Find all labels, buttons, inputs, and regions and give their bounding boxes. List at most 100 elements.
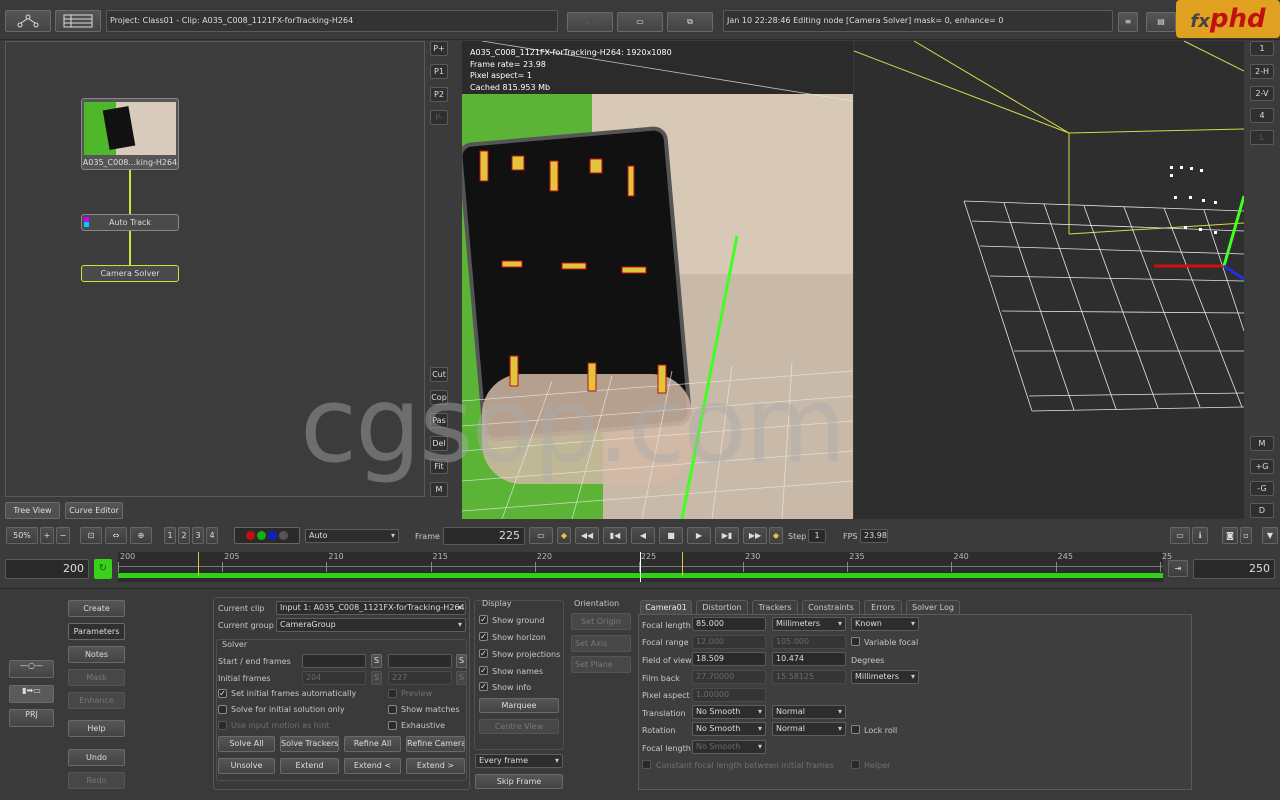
go-to-frame-button[interactable]: ▭: [529, 527, 553, 544]
tree-button-p-plus[interactable]: P+: [430, 41, 448, 56]
focal-mode-select[interactable]: Known: [851, 617, 919, 631]
view-d-button[interactable]: D: [1250, 503, 1274, 518]
create-button[interactable]: Create: [68, 600, 125, 617]
view-minus-g-button[interactable]: -G: [1250, 481, 1274, 496]
use-input-checkbox[interactable]: [218, 721, 227, 730]
zoom-out-button[interactable]: −: [56, 527, 70, 544]
show-matches-checkbox[interactable]: [388, 705, 397, 714]
initial-frame-b[interactable]: 227: [388, 671, 452, 685]
snapshot-button[interactable]: ◙: [1222, 527, 1238, 544]
page-3-button[interactable]: 3: [192, 527, 204, 544]
tab-distortion[interactable]: Distortion: [696, 600, 748, 614]
lock-roll-checkbox[interactable]: [851, 725, 860, 734]
tree-button-p2[interactable]: P2: [430, 87, 448, 102]
rotation-mode-select[interactable]: Normal: [772, 722, 846, 736]
clip-mode-button[interactable]: ▮➡▭: [9, 685, 54, 703]
pixel-aspect-field[interactable]: 1.00000: [692, 688, 766, 702]
lock-view-button[interactable]: ⊕: [130, 527, 152, 544]
tablet-icon-button[interactable]: ▭: [617, 12, 663, 32]
tab-solver-log[interactable]: Solver Log: [906, 600, 960, 614]
focal-smooth-select[interactable]: No Smooth: [692, 740, 766, 754]
page-2-button[interactable]: 2: [178, 527, 190, 544]
extend-back-button[interactable]: Extend <: [344, 758, 401, 774]
viewer-mode-button[interactable]: ▭: [1170, 527, 1190, 544]
solve-initial-checkbox[interactable]: [218, 705, 227, 714]
notes-button[interactable]: Notes: [68, 646, 125, 663]
fov-vertical-field[interactable]: 10.474: [772, 652, 846, 666]
film-back-height[interactable]: 15.58125: [772, 670, 846, 684]
green-channel-icon[interactable]: [257, 531, 266, 540]
project-mode-button[interactable]: PRJ: [9, 709, 54, 727]
translation-mode-select[interactable]: Normal: [772, 705, 846, 719]
tab-constraints[interactable]: Constraints: [802, 600, 860, 614]
set-plane-button[interactable]: Set Plane: [571, 656, 631, 673]
set-axis-button[interactable]: Set Axis: [571, 635, 631, 652]
zoom-field[interactable]: 50%: [6, 527, 38, 544]
step-forward-button[interactable]: ▶▮: [715, 527, 739, 544]
range-fit-button[interactable]: ⇥: [1168, 560, 1188, 577]
preview-checkbox[interactable]: [388, 689, 397, 698]
start-frame-field[interactable]: 200: [5, 559, 89, 579]
blue-channel-icon[interactable]: [268, 531, 277, 540]
stop-button[interactable]: ■: [659, 527, 683, 544]
refine-all-button[interactable]: Refine All: [344, 736, 401, 752]
undo-button[interactable]: Undo: [68, 749, 125, 766]
show-names-checkbox[interactable]: ✓: [479, 666, 488, 675]
step-back-button[interactable]: ▮◀: [603, 527, 627, 544]
centre-view-button[interactable]: Centre View: [479, 719, 559, 734]
set-origin-button[interactable]: Set Origin: [571, 613, 631, 630]
red-channel-icon[interactable]: [246, 531, 255, 540]
tab-camera01[interactable]: Camera01: [640, 600, 692, 614]
node-graph-toggle-button[interactable]: [5, 10, 51, 32]
skip-frame-button[interactable]: Skip Frame: [475, 774, 563, 789]
layout-2h-button[interactable]: 2-H: [1250, 64, 1274, 79]
current-clip-select[interactable]: Input 1: A035_C008_1121FX-forTracking-H2…: [276, 601, 466, 615]
solve-trackers-button[interactable]: Solve Trackers: [280, 736, 339, 752]
frame-field[interactable]: 225: [443, 527, 525, 545]
helper-checkbox[interactable]: [851, 760, 860, 769]
constant-focal-checkbox[interactable]: [642, 760, 651, 769]
focal-unit-select[interactable]: Millimeters: [772, 617, 846, 631]
curve-editor-tab[interactable]: Curve Editor: [65, 502, 123, 519]
solve-all-button[interactable]: Solve All: [218, 736, 275, 752]
timeline-mode-button[interactable]: —○—: [9, 660, 54, 678]
layout-4-button[interactable]: 4: [1250, 108, 1274, 123]
current-group-select[interactable]: CameraGroup: [276, 618, 466, 632]
collapse-button[interactable]: ▼: [1262, 527, 1278, 544]
fit-width-button[interactable]: ⇔: [105, 527, 127, 544]
page-1-button[interactable]: 1: [164, 527, 176, 544]
show-projections-checkbox[interactable]: ✓: [479, 649, 488, 658]
unsolve-button[interactable]: Unsolve: [218, 758, 275, 774]
layout-l-button[interactable]: L: [1250, 130, 1274, 145]
set-end-button[interactable]: S: [456, 654, 467, 668]
options-button[interactable]: ▫: [1240, 527, 1252, 544]
set-initial-checkbox[interactable]: ✓: [218, 689, 227, 698]
page-4-button[interactable]: 4: [206, 527, 218, 544]
fov-horizontal-field[interactable]: 18.509: [692, 652, 766, 666]
end-frame-field[interactable]: 250: [1193, 559, 1275, 579]
enhance-button[interactable]: Enhance: [68, 692, 125, 709]
show-horizon-checkbox[interactable]: ✓: [479, 632, 488, 641]
play-back-button[interactable]: ◀: [631, 527, 655, 544]
camera-solver-node[interactable]: Camera Solver: [81, 265, 179, 282]
layout-1-button[interactable]: 1: [1250, 41, 1274, 56]
translation-smooth-select[interactable]: No Smooth: [692, 705, 766, 719]
channel-buttons[interactable]: [234, 527, 300, 544]
marquee-button[interactable]: Marquee: [479, 698, 559, 713]
export-icon-button[interactable]: ⧉: [667, 12, 713, 32]
zoom-in-button[interactable]: +: [40, 527, 54, 544]
mask-button[interactable]: Mask: [68, 669, 125, 686]
rotation-smooth-select[interactable]: No Smooth: [692, 722, 766, 736]
focal-range-min[interactable]: 12.000: [692, 635, 766, 649]
go-end-button[interactable]: ▶▶: [743, 527, 767, 544]
parameters-button[interactable]: Parameters: [68, 623, 125, 640]
film-unit-select[interactable]: Millimeters: [851, 670, 919, 684]
set-initial-a-button[interactable]: S: [371, 671, 382, 685]
clip-node[interactable]: A035_C008...king-H264: [81, 98, 179, 170]
info-button[interactable]: ℹ: [1192, 527, 1208, 544]
step-field[interactable]: 1: [808, 529, 826, 543]
start-frame-input[interactable]: [302, 654, 366, 668]
keyframe-button[interactable]: ◆: [557, 527, 571, 544]
go-start-button[interactable]: ◀◀: [575, 527, 599, 544]
show-ground-checkbox[interactable]: ✓: [479, 615, 488, 624]
